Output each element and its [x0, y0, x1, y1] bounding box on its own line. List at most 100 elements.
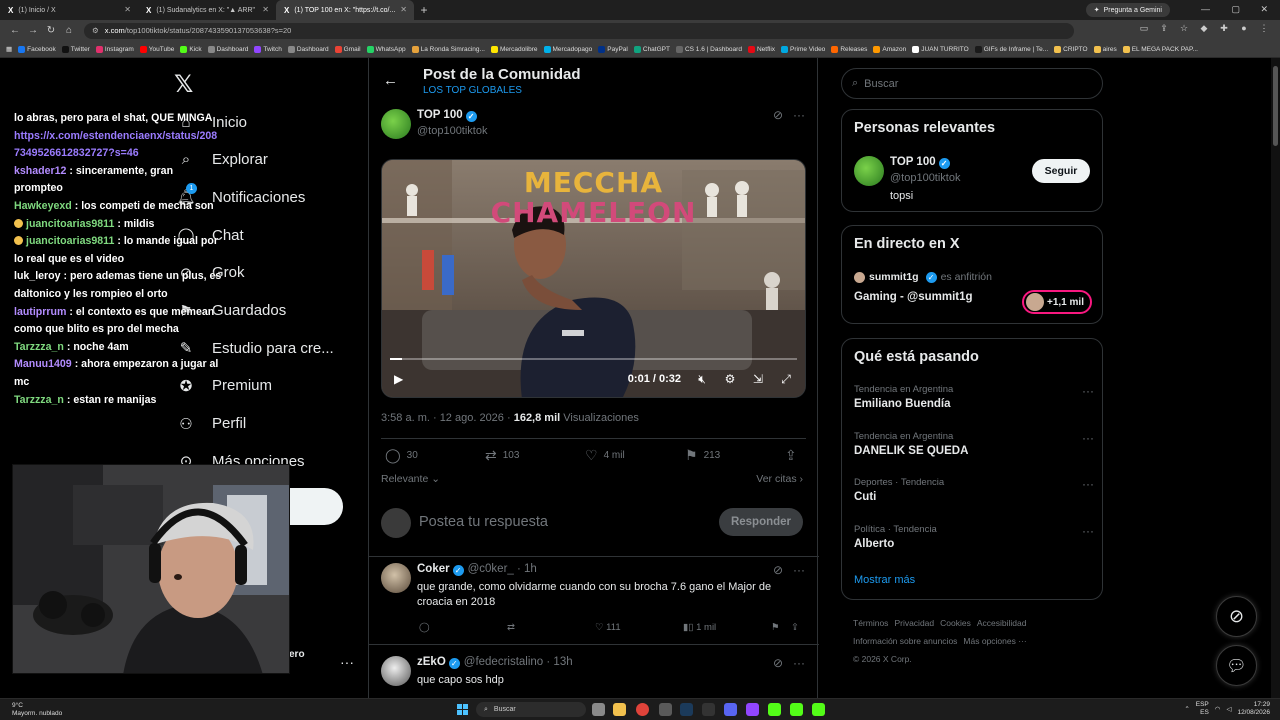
more-options-icon[interactable]: ··· [1082, 524, 1094, 538]
mute-icon[interactable]: 🔇︎ [695, 372, 709, 387]
bookmark-item[interactable]: JUAN TURRITO [912, 45, 969, 53]
bookmark-item[interactable]: Twitch [254, 45, 282, 53]
account-more-icon[interactable]: ··· [340, 654, 354, 670]
bookmark-item[interactable]: Kick [180, 45, 202, 53]
nav-profile[interactable]: ⚇ Perfil [176, 414, 246, 434]
close-icon[interactable]: ✕ [124, 5, 131, 14]
back-arrow-icon[interactable]: ← [383, 72, 398, 89]
new-tab-button[interactable]: + [414, 3, 434, 17]
bookmark-item[interactable]: Mercadolibre [490, 45, 538, 53]
more-options-icon[interactable]: ··· [1082, 477, 1094, 491]
trend-item[interactable]: Tendencia en Argentina DANELIK SE QUEDA ··… [854, 431, 1094, 457]
bookmark-item[interactable]: Releases [831, 45, 867, 53]
messages-fab[interactable]: 💬︎ [1216, 645, 1257, 686]
share-action[interactable]: ⇪ [785, 447, 797, 464]
bookmark-item[interactable]: CRIPTO [1054, 45, 1088, 53]
author-name[interactable]: TOP 100 ✓ [417, 109, 477, 122]
like-action[interactable]: ♡ 111 [595, 622, 683, 633]
live-title[interactable]: Gaming - @summit1g [854, 291, 973, 303]
bookmark-item[interactable]: EL MEGA PACK PAP... [1122, 45, 1198, 53]
live-listeners[interactable]: +1,1 mil [1022, 290, 1092, 314]
bookmark-item[interactable]: Prime Video [781, 45, 825, 53]
wifi-icon[interactable]: ◠ [1215, 705, 1221, 713]
post-button[interactable] [289, 488, 343, 525]
bookmark-item[interactable]: ChatGPT [633, 45, 670, 53]
footer-link[interactable]: Información sobre anuncios [853, 636, 957, 646]
chat-link[interactable]: https://x.com/estendenciaenx/status/2087… [14, 130, 217, 160]
kick-icon[interactable] [790, 703, 803, 716]
bookmark-icon[interactable]: ⚑ [771, 622, 791, 633]
trend-item[interactable]: Deportes · Tendencia Cuti ··· [854, 477, 1094, 503]
show-more-link[interactable]: Mostrar más [854, 574, 915, 586]
bookmark-item[interactable]: Netflix [747, 45, 775, 53]
x-logo-icon[interactable]: 𝕏 [174, 70, 193, 98]
like-action[interactable]: ♡ 4 mil [585, 447, 685, 464]
cast-icon[interactable]: ▭ [1138, 23, 1150, 35]
bookmark-star-icon[interactable]: ☆ [1178, 23, 1190, 35]
share-icon[interactable]: ⇪ [1158, 23, 1170, 35]
clock[interactable]: 17:29 12/08/2026 [1237, 701, 1270, 717]
windows-start-icon[interactable] [457, 704, 468, 715]
search-input[interactable]: ⌕ Buscar [841, 68, 1103, 99]
sort-replies-dropdown[interactable]: Relevante ⌄ [381, 473, 440, 485]
bookmark-item[interactable]: Mercadopago [543, 45, 592, 53]
account-name[interactable]: ero [289, 649, 305, 660]
reply-icon[interactable]: ◯ [419, 622, 507, 633]
footer-link[interactable]: Términos [853, 618, 888, 628]
home-icon[interactable]: ⌂ [60, 25, 78, 36]
footer-link[interactable]: Accesibilidad [977, 618, 1027, 628]
grok-fab[interactable]: ⊘ [1216, 596, 1257, 637]
profile-icon[interactable]: ● [1238, 23, 1250, 35]
grok-icon[interactable]: ⊘ [773, 656, 783, 670]
trend-item[interactable]: Política · Tendencia Alberto ··· [854, 524, 1094, 550]
language-indicator[interactable]: ESP ES [1196, 701, 1209, 717]
browser-tab[interactable]: X (1) Inicio / X ✕ [0, 0, 138, 20]
volume-icon[interactable]: ◁ [1226, 705, 1231, 713]
steam-icon[interactable] [680, 703, 693, 716]
views-action[interactable]: ▮▯ 1 mil [683, 622, 771, 633]
play-icon[interactable]: ▶ [394, 372, 403, 386]
reload-icon[interactable]: ↻ [42, 25, 60, 36]
author-handle[interactable]: @top100tiktok [417, 125, 488, 137]
repost-action[interactable]: ⇄ 103 [485, 447, 585, 464]
kick-icon[interactable] [768, 703, 781, 716]
bookmark-item[interactable]: PayPal [598, 45, 628, 53]
grok-icon[interactable]: ⊘ [773, 108, 783, 122]
reply-input[interactable]: Postea tu respuesta [419, 514, 548, 530]
footer-link[interactable]: Privacidad [894, 618, 934, 628]
follow-button[interactable]: Seguir [1032, 159, 1090, 183]
bookmark-item[interactable]: WhatsApp [366, 45, 406, 53]
file-explorer-icon[interactable] [613, 703, 626, 716]
url-field[interactable]: ⚙ x.com/top100tiktok/status/208743359013… [84, 22, 1074, 39]
settings-gear-icon[interactable]: ⚙ [723, 372, 737, 386]
more-options-icon[interactable]: ··· [793, 563, 805, 577]
person-avatar[interactable] [854, 156, 884, 186]
live-host[interactable]: summit1g ✓ es anfitrión [854, 271, 992, 283]
person-handle[interactable]: @top100tiktok [890, 172, 961, 184]
scrollbar[interactable] [1271, 58, 1280, 698]
bookmark-item[interactable]: CS 1.6 | Dashboard [675, 45, 742, 53]
bookmark-item[interactable]: Amazon [873, 45, 906, 53]
author-avatar[interactable] [381, 109, 411, 139]
video-progress-bar[interactable] [390, 358, 797, 360]
reply-button[interactable]: Responder [719, 508, 803, 536]
bookmark-item[interactable]: YouTube [139, 45, 174, 53]
apps-icon[interactable]: ▦ [6, 45, 12, 53]
twitch-icon[interactable] [746, 703, 759, 716]
video-player[interactable]: MECCHA CHAMELEON ▶ 0:01 / 0:32 🔇︎ ⚙ ⇲ ⤢ [381, 159, 806, 398]
bookmark-item[interactable]: Facebook [18, 45, 56, 53]
bookmark-item[interactable]: Gmail [334, 45, 361, 53]
close-icon[interactable]: ✕ [400, 5, 407, 14]
app-icon[interactable] [702, 703, 715, 716]
task-view-icon[interactable] [592, 703, 605, 716]
site-info-icon[interactable]: ⚙ [92, 26, 99, 35]
browser-tab[interactable]: X (1) Sudanalytics en X: "▲ ARR" ✕ [138, 0, 276, 20]
footer-link[interactable]: Cookies [940, 618, 971, 628]
discord-icon[interactable] [724, 703, 737, 716]
menu-icon[interactable]: ⋮ [1258, 23, 1270, 35]
bookmark-item[interactable]: GIFs de Inframe | Te... [974, 45, 1048, 53]
browser-tab-active[interactable]: X (1) TOP 100 en X: "https://t.co/... ✕ [276, 0, 414, 20]
community-link[interactable]: LOS TOP GLOBALES [423, 85, 522, 96]
maximize-icon[interactable]: ▢ [1231, 4, 1240, 15]
app-icon[interactable] [659, 703, 672, 716]
